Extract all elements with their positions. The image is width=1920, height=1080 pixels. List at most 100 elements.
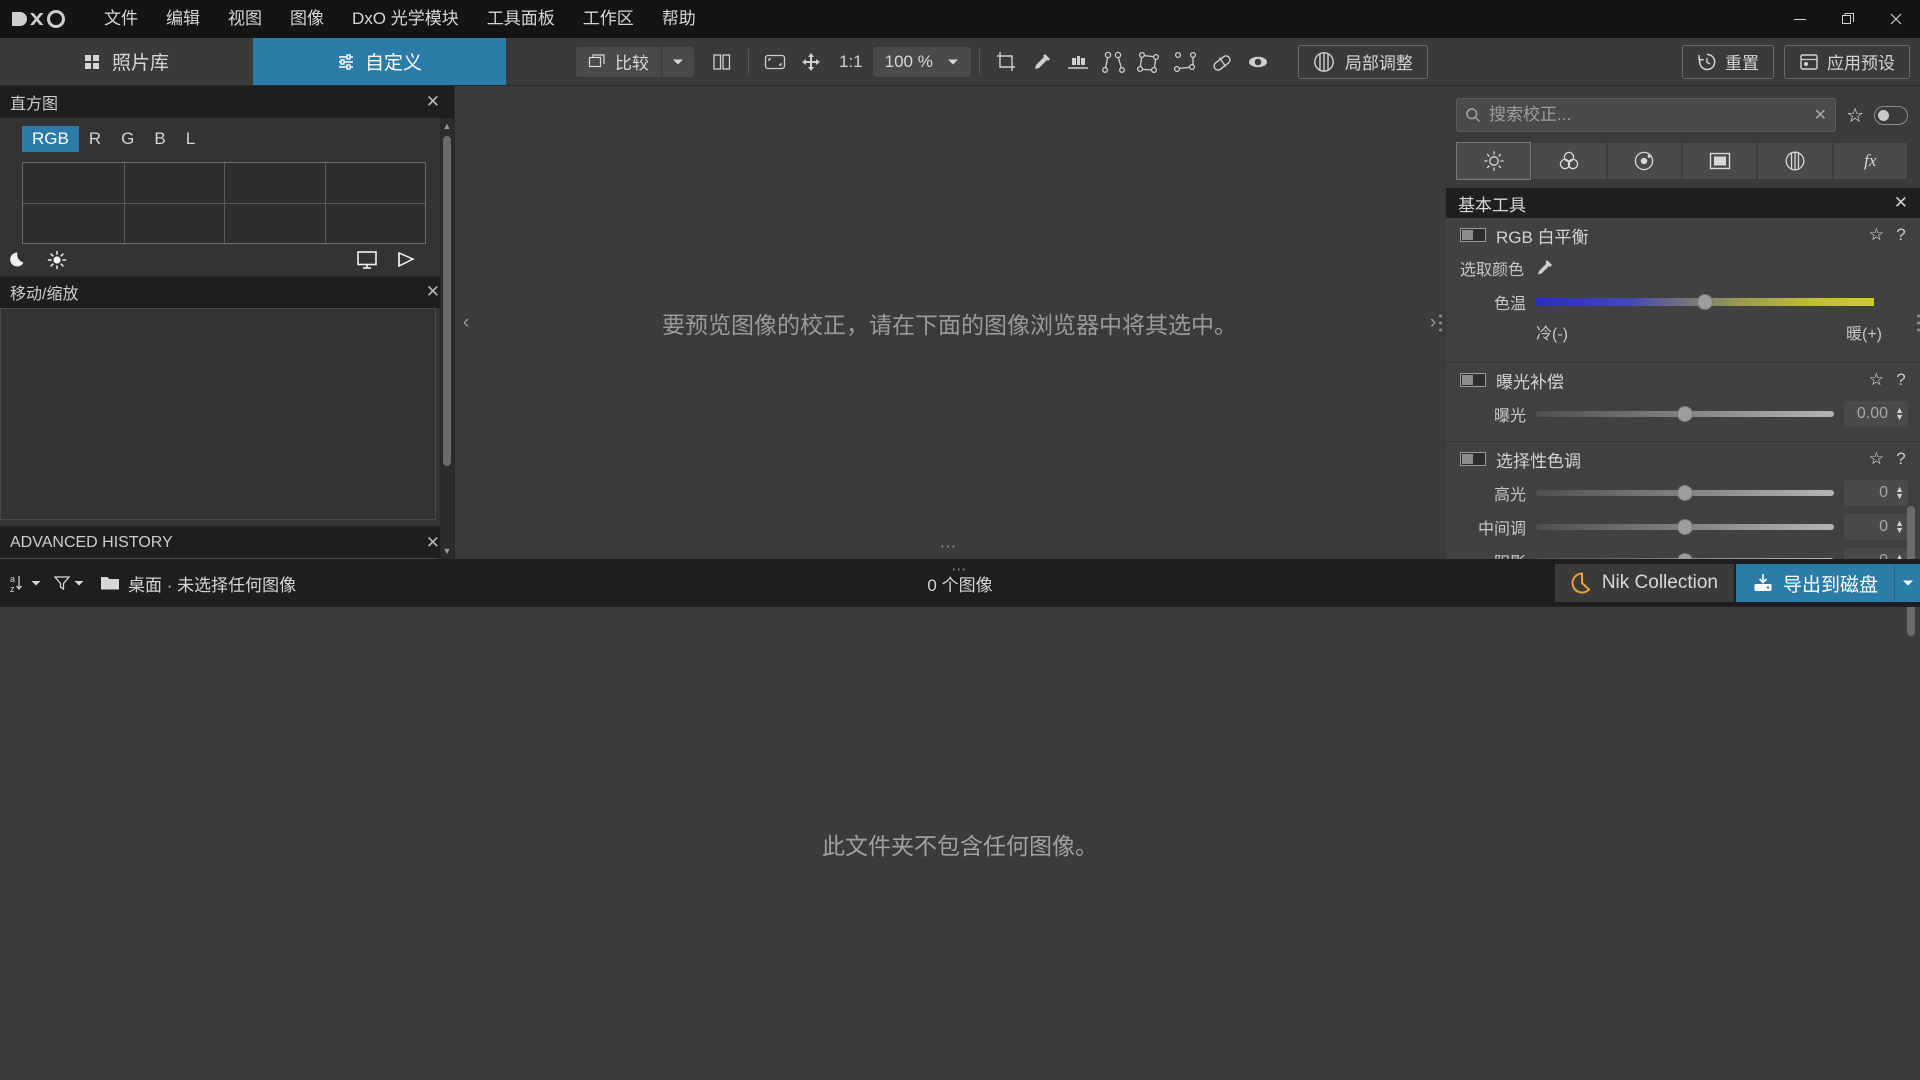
close-icon[interactable]: ✕ bbox=[422, 92, 444, 112]
nik-collection-button[interactable]: Nik Collection bbox=[1554, 564, 1734, 602]
exposure-slider-knob[interactable] bbox=[1677, 406, 1693, 422]
viewer-right-grip[interactable] bbox=[1439, 314, 1442, 331]
apply-preset-button[interactable]: 应用预设 bbox=[1784, 44, 1910, 79]
close-icon[interactable]: ✕ bbox=[1894, 193, 1908, 213]
tool-selective-tone-toggle[interactable] bbox=[1460, 452, 1486, 466]
menu-edit[interactable]: 编辑 bbox=[152, 0, 214, 38]
exposure-slider[interactable] bbox=[1536, 406, 1834, 422]
chevron-down-icon bbox=[947, 59, 958, 64]
zoom-level-select[interactable]: 100 % bbox=[872, 46, 971, 77]
close-icon[interactable] bbox=[1872, 0, 1920, 38]
compare-dropdown-button[interactable] bbox=[661, 46, 694, 77]
histogram-channel-g[interactable]: G bbox=[111, 126, 144, 152]
moon-shadow-clipping-icon[interactable] bbox=[10, 250, 29, 269]
compare-button[interactable]: 比较 bbox=[576, 47, 661, 77]
gamut-warning-icon[interactable] bbox=[396, 250, 416, 270]
perspective-parallel-icon[interactable] bbox=[1096, 45, 1132, 79]
temperature-slider[interactable] bbox=[1536, 294, 1874, 310]
search-input[interactable] bbox=[1489, 105, 1806, 125]
tab-color[interactable] bbox=[1531, 142, 1607, 180]
current-folder-path[interactable]: 桌面 · 未选择任何图像 bbox=[100, 571, 296, 596]
monitor-softproof-icon[interactable] bbox=[356, 250, 378, 270]
filter-icon[interactable] bbox=[53, 574, 84, 592]
menu-workspace[interactable]: 工作区 bbox=[569, 0, 648, 38]
preset-icon bbox=[1800, 53, 1818, 70]
minimize-icon[interactable] bbox=[1776, 0, 1824, 38]
horizon-level-icon[interactable] bbox=[1060, 45, 1096, 79]
histogram-channel-b[interactable]: B bbox=[144, 126, 175, 152]
toggle-switch-icon[interactable] bbox=[1874, 105, 1908, 125]
histogram-panel-header: 直方图 ✕ bbox=[0, 86, 454, 118]
midtones-value-box[interactable]: 0 ▲ ▼ bbox=[1844, 514, 1908, 540]
histogram-footer bbox=[0, 244, 454, 276]
midtones-slider-knob[interactable] bbox=[1677, 519, 1693, 535]
midtones-spinner[interactable]: ▲ ▼ bbox=[1895, 519, 1904, 535]
reset-button[interactable]: 重置 bbox=[1682, 44, 1774, 79]
midtones-slider[interactable] bbox=[1536, 519, 1834, 535]
tab-effects[interactable]: fx bbox=[1832, 142, 1908, 180]
viewer-bottom-grip[interactable]: ⋯ bbox=[940, 537, 960, 557]
left-panel-scrollbar[interactable]: ▲ ▼ bbox=[440, 118, 454, 559]
star-icon[interactable]: ☆ bbox=[1869, 370, 1884, 390]
one-to-one-button[interactable]: 1:1 bbox=[829, 52, 873, 72]
scroll-up-arrow-icon[interactable]: ▲ bbox=[440, 118, 454, 134]
histogram-channel-rgb[interactable]: RGB bbox=[22, 126, 79, 152]
export-dropdown-button[interactable] bbox=[1894, 564, 1920, 602]
tab-customize[interactable]: 自定义 bbox=[253, 38, 506, 85]
histogram-channel-l[interactable]: L bbox=[176, 126, 205, 152]
exposure-spinner[interactable]: ▲ ▼ bbox=[1895, 406, 1904, 422]
eyedropper-icon[interactable] bbox=[1534, 258, 1554, 278]
nik-collection-label: Nik Collection bbox=[1601, 572, 1718, 593]
tab-detail[interactable] bbox=[1606, 142, 1682, 180]
tab-photo-library[interactable]: 照片库 bbox=[0, 38, 253, 85]
perspective-volume-icon[interactable] bbox=[1168, 45, 1204, 79]
menu-tool-palettes[interactable]: 工具面板 bbox=[473, 0, 569, 38]
highlights-slider-knob[interactable] bbox=[1677, 485, 1693, 501]
local-adjustments-button[interactable]: 局部调整 bbox=[1297, 44, 1428, 79]
tool-white-balance-header: RGB 白平衡 ☆ ? bbox=[1446, 218, 1920, 252]
highlights-spinner[interactable]: ▲ ▼ bbox=[1895, 485, 1904, 501]
menu-file[interactable]: 文件 bbox=[90, 0, 152, 38]
sun-highlight-clipping-icon[interactable] bbox=[47, 250, 67, 270]
sort-az-icon[interactable]: a z bbox=[10, 573, 41, 593]
side-by-side-icon[interactable] bbox=[704, 45, 740, 79]
export-disk-icon bbox=[1754, 574, 1772, 591]
menu-help[interactable]: 帮助 bbox=[648, 0, 710, 38]
highlights-value-box[interactable]: 0 ▲ ▼ bbox=[1844, 480, 1908, 506]
perspective-rectangle-icon[interactable] bbox=[1132, 45, 1168, 79]
tab-light[interactable] bbox=[1456, 142, 1532, 180]
advanced-history-panel-header: ADVANCED HISTORY ✕ bbox=[0, 526, 454, 558]
star-icon[interactable]: ☆ bbox=[1869, 225, 1884, 245]
fit-to-screen-icon[interactable] bbox=[757, 45, 793, 79]
left-panel-scroll-thumb[interactable] bbox=[443, 136, 451, 466]
star-icon[interactable]: ☆ bbox=[1869, 449, 1884, 469]
menu-view[interactable]: 视图 bbox=[214, 0, 276, 38]
tab-geometry[interactable] bbox=[1681, 142, 1758, 180]
red-eye-icon[interactable] bbox=[1240, 45, 1276, 79]
exposure-value-box[interactable]: 0.00 ▲ ▼ bbox=[1844, 401, 1908, 427]
chevron-left-icon[interactable]: ‹ bbox=[457, 306, 475, 340]
repair-patch-icon[interactable] bbox=[1204, 45, 1240, 79]
window-controls bbox=[1776, 0, 1920, 38]
color-picker-icon[interactable] bbox=[1024, 45, 1060, 79]
temperature-slider-knob[interactable] bbox=[1697, 294, 1713, 310]
search-correction-box[interactable]: ✕ bbox=[1456, 98, 1837, 132]
restore-icon[interactable] bbox=[1824, 0, 1872, 38]
shadows-value-box[interactable]: 0 ▲▼ bbox=[1844, 548, 1908, 559]
export-to-disk-button[interactable]: 导出到磁盘 bbox=[1735, 564, 1894, 602]
right-panel-scrollbar[interactable] bbox=[1906, 216, 1916, 636]
menu-image[interactable]: 图像 bbox=[276, 0, 338, 38]
tool-exposure-toggle[interactable] bbox=[1460, 373, 1486, 387]
tool-group-header: 基本工具 ✕ bbox=[1446, 188, 1920, 218]
pan-move-icon[interactable] bbox=[793, 45, 829, 79]
menu-optics-modules[interactable]: DxO 光学模块 bbox=[338, 0, 473, 38]
histogram-channel-r[interactable]: R bbox=[79, 126, 111, 152]
clear-x-icon[interactable]: ✕ bbox=[1814, 105, 1827, 125]
highlights-slider[interactable] bbox=[1536, 485, 1834, 501]
move-zoom-panel-header: 移动/缩放 ✕ bbox=[0, 275, 454, 308]
tab-local[interactable] bbox=[1757, 142, 1833, 180]
tool-white-balance-toggle[interactable] bbox=[1460, 228, 1486, 242]
favorites-star-icon[interactable]: ☆ bbox=[1846, 103, 1864, 128]
scroll-down-arrow-icon[interactable]: ▼ bbox=[440, 543, 454, 559]
crop-icon[interactable] bbox=[988, 45, 1024, 79]
